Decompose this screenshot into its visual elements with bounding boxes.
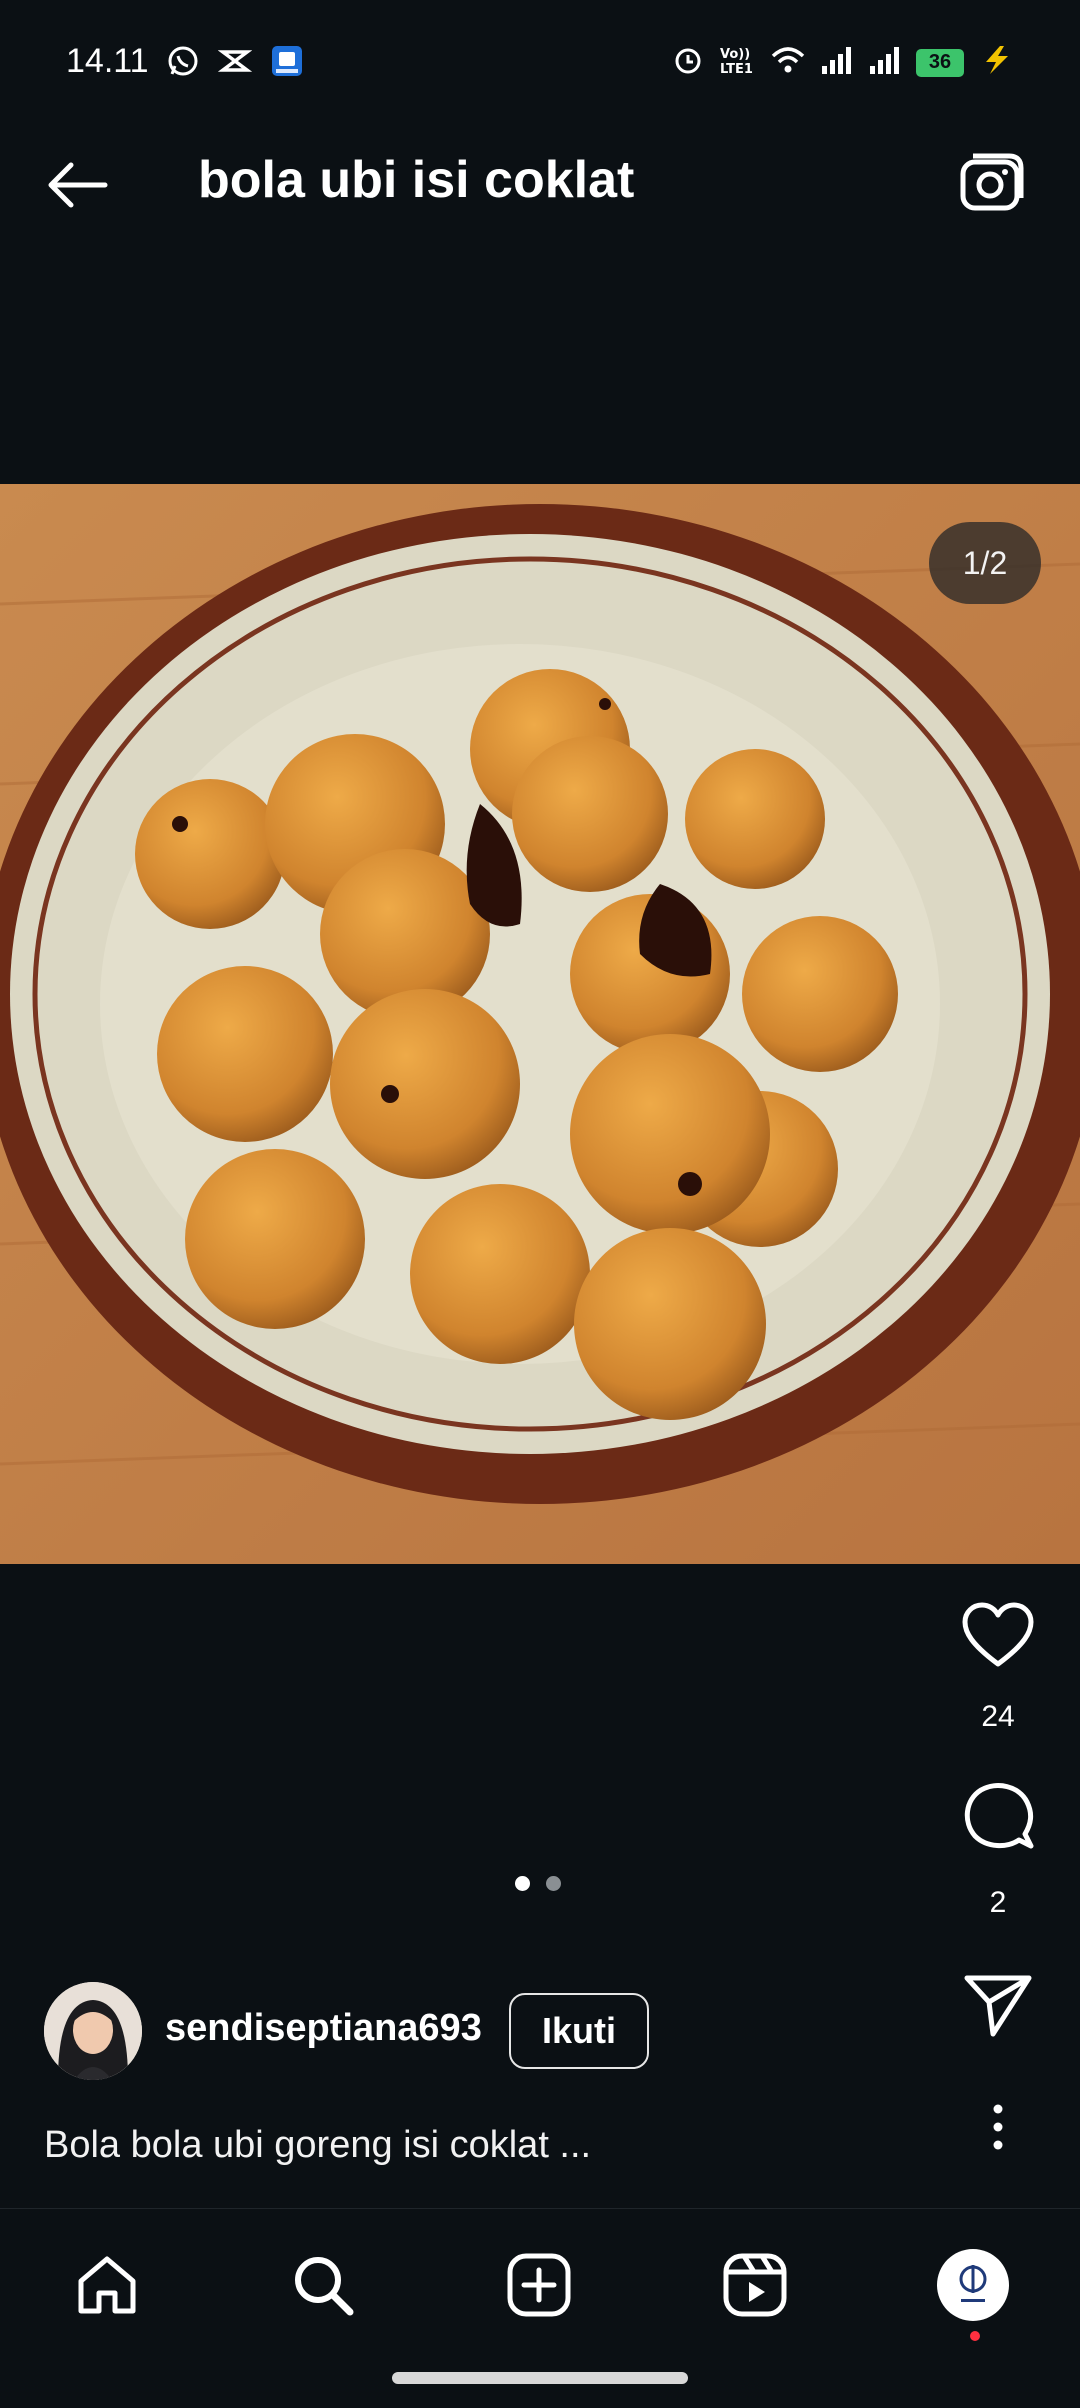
reels-icon xyxy=(723,2253,787,2317)
carousel-dot-active xyxy=(515,1876,530,1891)
image-page-counter: 1/2 xyxy=(929,522,1041,604)
svg-text:LTE1: LTE1 xyxy=(720,62,753,76)
arrow-left-icon xyxy=(48,162,108,208)
comment-icon xyxy=(964,1783,1034,1849)
likes-count: 24 xyxy=(981,1700,1015,1733)
screen: 14.11 Vo)) LTE1 36 bola ubi isi coklat 1… xyxy=(0,0,1080,2408)
nav-search[interactable] xyxy=(269,2231,377,2339)
author-avatar[interactable] xyxy=(44,1982,142,2080)
wifi-icon xyxy=(770,44,806,81)
food-photo xyxy=(0,484,1080,1564)
post-image[interactable] xyxy=(0,484,1080,1564)
status-bar: 14.11 Vo)) LTE1 36 xyxy=(0,0,1080,100)
share-button[interactable] xyxy=(950,1960,1046,2050)
camera-icon xyxy=(960,153,1024,211)
app-notification-icon xyxy=(270,44,304,83)
charging-icon xyxy=(978,44,1014,81)
follow-button[interactable]: Ikuti xyxy=(509,1993,649,2069)
status-right-icons: Vo)) LTE1 36 xyxy=(672,44,1014,81)
comments-count: 2 xyxy=(989,1886,1007,1919)
page-title: bola ubi isi coklat xyxy=(198,151,635,209)
nav-profile[interactable] xyxy=(919,2231,1027,2341)
status-left-icons xyxy=(166,44,304,83)
more-vertical-icon xyxy=(993,2104,1003,2150)
signal-2-icon xyxy=(868,44,902,81)
home-indicator[interactable] xyxy=(392,2372,688,2384)
alarm-icon xyxy=(672,44,704,81)
camera-button[interactable] xyxy=(952,148,1032,218)
more-options-button[interactable] xyxy=(950,2082,1046,2172)
signal-1-icon xyxy=(820,44,854,81)
comment-button[interactable] xyxy=(950,1770,1046,1860)
search-icon xyxy=(295,2257,354,2316)
notification-dot xyxy=(970,2331,980,2341)
capcut-icon xyxy=(217,44,253,83)
profile-logo-icon xyxy=(959,2265,987,2302)
carousel-indicator xyxy=(515,1876,561,1891)
back-button[interactable] xyxy=(42,150,112,220)
whatsapp-icon xyxy=(166,44,200,83)
battery-indicator: 36 xyxy=(916,48,964,77)
post-caption[interactable]: Bola bola ubi goreng isi coklat ... xyxy=(44,2124,591,2167)
status-time: 14.11 xyxy=(66,42,149,80)
create-icon xyxy=(507,2253,571,2317)
carousel-dot xyxy=(546,1876,561,1891)
nav-create[interactable] xyxy=(485,2231,593,2339)
volte-icon: Vo)) LTE1 xyxy=(718,44,756,81)
svg-text:Vo)): Vo)) xyxy=(720,47,750,62)
heart-icon xyxy=(962,1602,1034,1667)
author-username[interactable]: sendiseptiana693 xyxy=(165,2007,482,2050)
home-icon xyxy=(78,2256,136,2314)
profile-avatar xyxy=(937,2249,1009,2321)
nav-home[interactable] xyxy=(53,2231,161,2339)
send-icon xyxy=(964,1975,1032,2037)
nav-reels[interactable] xyxy=(701,2231,809,2339)
like-button[interactable] xyxy=(950,1590,1046,1680)
